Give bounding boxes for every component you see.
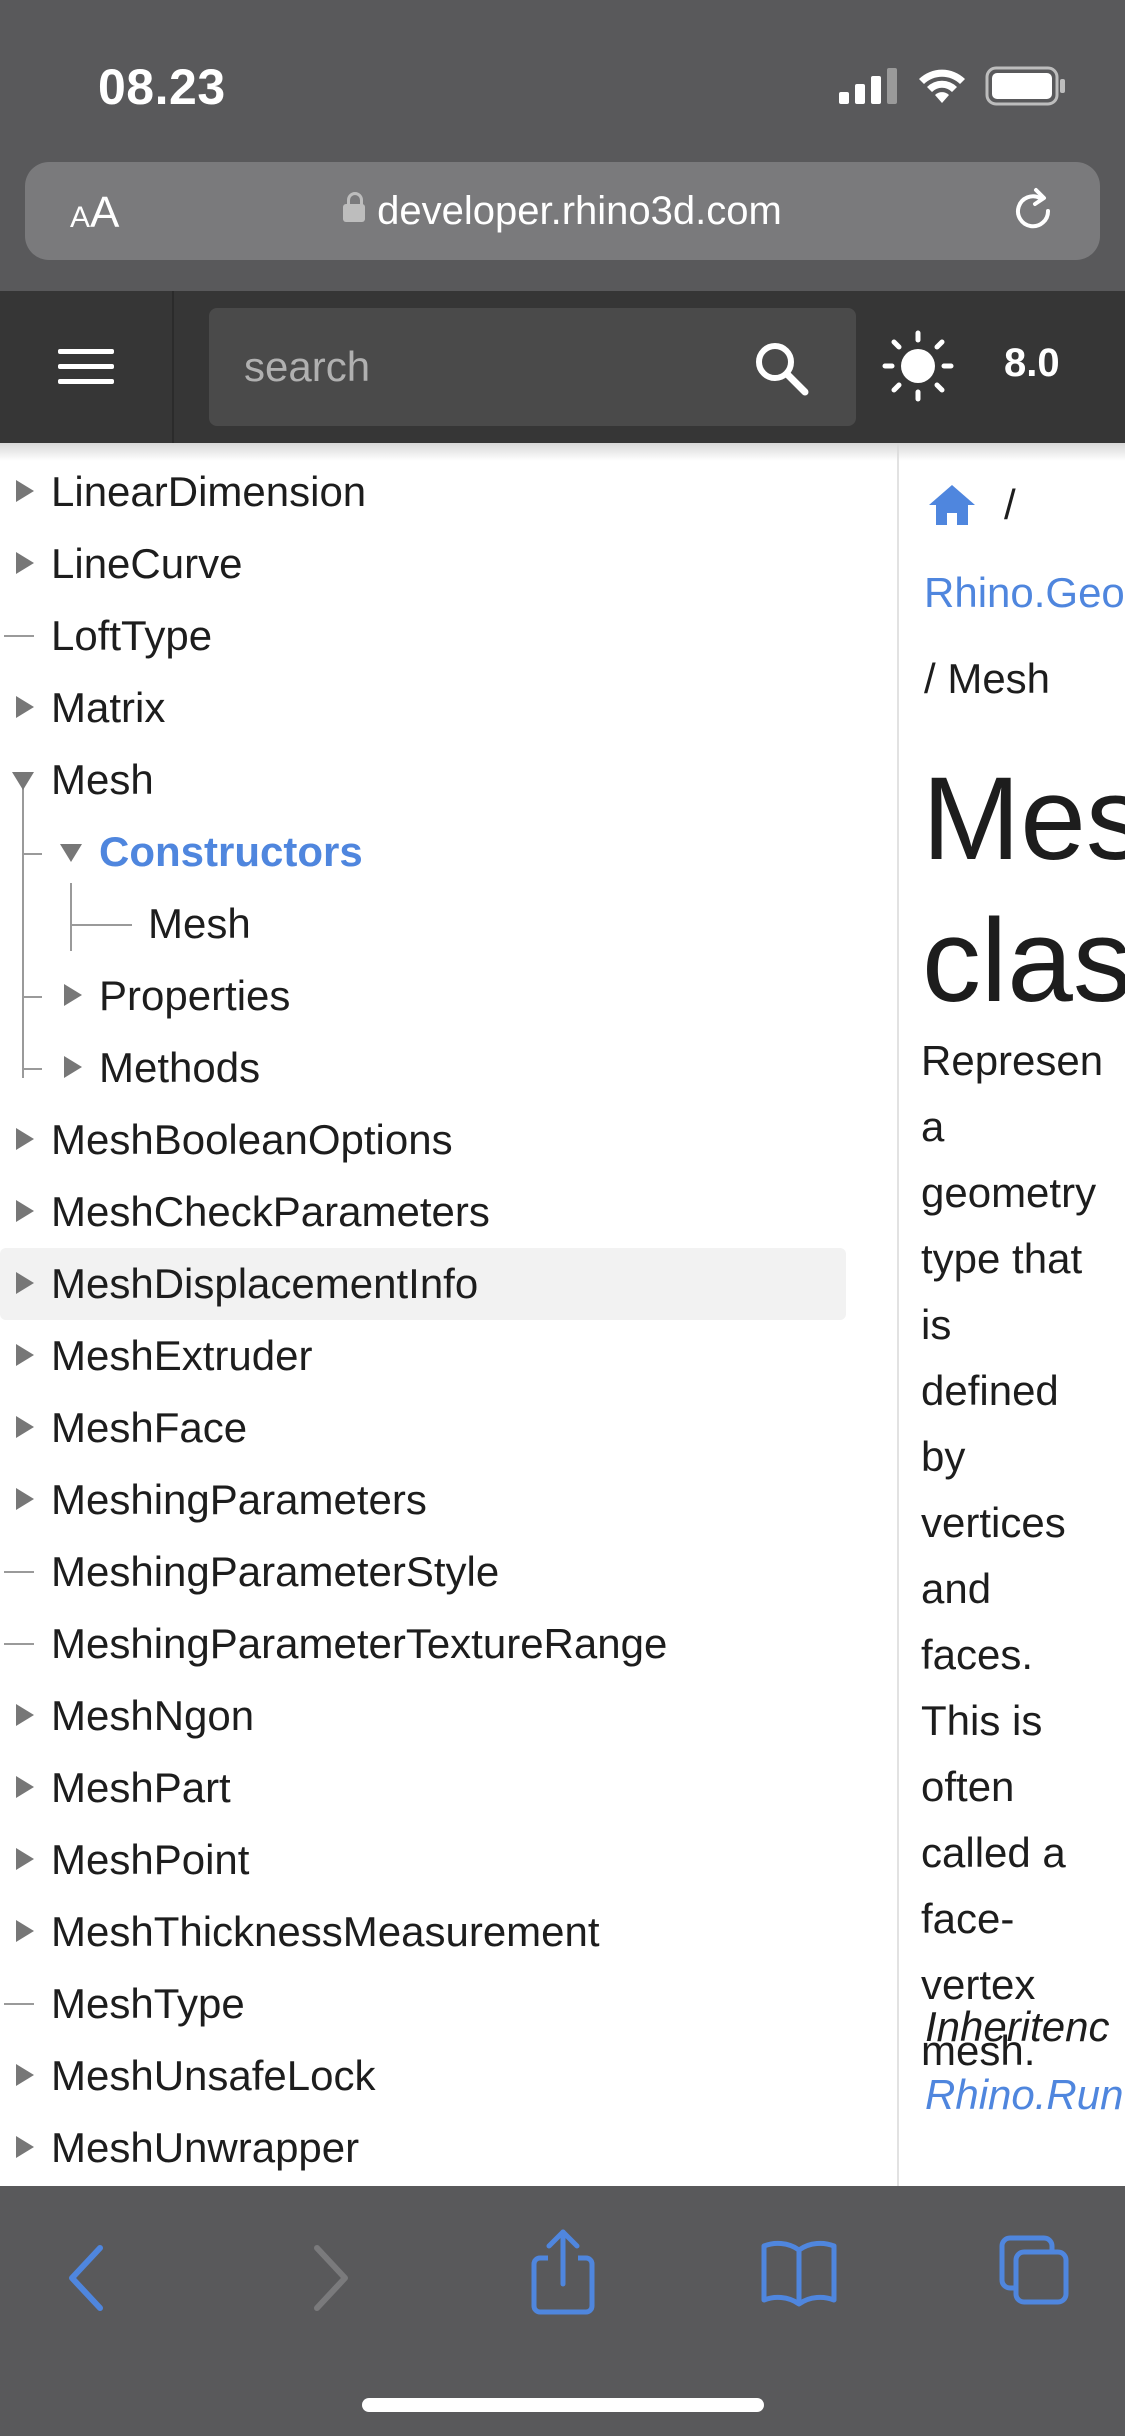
tree-item[interactable]: MeshUnsafeLock: [0, 2040, 898, 2112]
breadcrumb-namespace-link[interactable]: Rhino.Geo: [924, 569, 1125, 617]
chevron-left-icon[interactable]: [62, 2238, 112, 2318]
breadcrumb-current: / Mesh: [924, 655, 1051, 702]
tree-item[interactable]: MeshPoint: [0, 1824, 898, 1896]
tree-item[interactable]: MeshType: [0, 1968, 898, 2040]
tree-item[interactable]: MeshNgon: [0, 1680, 898, 1752]
expand-arrow-icon[interactable]: [16, 1344, 34, 1366]
tree-item[interactable]: MeshingParameterTextureRange: [0, 1608, 898, 1680]
tree-item[interactable]: MeshCheckParameters: [0, 1176, 898, 1248]
content-panel: / Rhino.Geo / Mesh Mes clas Represen a g…: [899, 443, 1125, 2186]
breadcrumb-separator: /: [1004, 481, 1016, 528]
theme-toggle-sun-icon[interactable]: [882, 330, 954, 402]
tree-item[interactable]: MeshingParameters: [0, 1464, 898, 1536]
page-title: Mes clas: [922, 753, 1125, 1027]
tree-item[interactable]: Properties: [0, 960, 898, 1032]
status-icons: [839, 66, 1067, 106]
tree-item-active[interactable]: Constructors: [0, 816, 898, 888]
home-icon[interactable]: [927, 483, 977, 527]
share-icon[interactable]: [528, 2228, 598, 2316]
expand-arrow-icon[interactable]: [16, 696, 34, 718]
home-indicator: [362, 2398, 764, 2412]
cellular-signal-icon: [839, 68, 897, 104]
tree-item[interactable]: MeshFace: [0, 1392, 898, 1464]
tree-item[interactable]: Mesh: [0, 888, 898, 960]
tree-item[interactable]: MeshExtruder: [0, 1320, 898, 1392]
collapse-arrow-icon[interactable]: [60, 844, 82, 862]
expand-arrow-icon[interactable]: [16, 1848, 34, 1870]
leaf-dash: [4, 1571, 34, 1573]
collapse-arrow-icon[interactable]: [12, 772, 34, 790]
expand-arrow-icon[interactable]: [16, 480, 34, 502]
expand-arrow-icon[interactable]: [16, 2136, 34, 2158]
tabs-icon[interactable]: [998, 2234, 1070, 2306]
chevron-right-icon[interactable]: [305, 2238, 355, 2318]
book-icon[interactable]: [760, 2238, 838, 2308]
inheritance-link[interactable]: Rhino.Run: [925, 2071, 1123, 2119]
tree-item[interactable]: LoftType: [0, 600, 898, 672]
tree-item[interactable]: MeshingParameterStyle: [0, 1536, 898, 1608]
menu-icon[interactable]: [40, 331, 132, 403]
expand-arrow-icon[interactable]: [16, 1272, 34, 1294]
tree-item[interactable]: MeshPart: [0, 1752, 898, 1824]
expand-arrow-icon[interactable]: [16, 1920, 34, 1942]
status-time: 08.23: [98, 59, 226, 115]
tree-item[interactable]: MeshBooleanOptions: [0, 1104, 898, 1176]
leaf-dash: [4, 1643, 34, 1645]
address-bar[interactable]: AA developer.rhino3d.com: [25, 162, 1100, 260]
inheritance-label: Inheritenc: [925, 2003, 1110, 2050]
search-placeholder: search: [244, 343, 371, 390]
tree-item[interactable]: Mesh: [0, 744, 898, 816]
leaf-dash: [4, 635, 34, 637]
expand-arrow-icon[interactable]: [16, 1704, 34, 1726]
battery-icon: [985, 66, 1065, 106]
expand-arrow-icon[interactable]: [64, 984, 82, 1006]
browser-top-chrome: 08.23 AA developer.rhino3d.com: [0, 0, 1125, 291]
api-tree-sidebar: LinearDimension LineCurve LoftType Matri…: [0, 443, 898, 2186]
tree-item[interactable]: MeshThicknessMeasurement: [0, 1896, 898, 1968]
expand-arrow-icon[interactable]: [16, 1416, 34, 1438]
wifi-icon: [919, 69, 965, 103]
header-divider: [172, 291, 174, 443]
site-header: search 8.0: [0, 291, 1125, 443]
reload-icon[interactable]: [1006, 184, 1060, 238]
tree-item[interactable]: LinearDimension: [0, 456, 898, 528]
url-display[interactable]: developer.rhino3d.com: [25, 189, 1100, 234]
expand-arrow-icon[interactable]: [16, 1776, 34, 1798]
expand-arrow-icon[interactable]: [16, 1200, 34, 1222]
expand-arrow-icon[interactable]: [16, 2064, 34, 2086]
tree-item[interactable]: Methods: [0, 1032, 898, 1104]
tree-item[interactable]: LineCurve: [0, 528, 898, 600]
lock-icon: [343, 192, 366, 222]
header-shadow: [0, 443, 1125, 461]
expand-arrow-icon[interactable]: [16, 1488, 34, 1510]
search-input[interactable]: search: [209, 308, 856, 426]
leaf-dash: [4, 2003, 34, 2005]
version-selector[interactable]: 8.0: [1004, 341, 1060, 386]
tree-item-highlighted[interactable]: MeshDisplacementInfo: [0, 1248, 846, 1320]
class-description: Represen a geometry type that is defined…: [921, 1037, 1104, 2074]
url-text: developer.rhino3d.com: [377, 189, 782, 233]
expand-arrow-icon[interactable]: [16, 1128, 34, 1150]
search-icon[interactable]: [751, 338, 811, 398]
tree-item[interactable]: MeshUnwrapper: [0, 2112, 898, 2184]
tree-item[interactable]: Matrix: [0, 672, 898, 744]
expand-arrow-icon[interactable]: [64, 1056, 82, 1078]
expand-arrow-icon[interactable]: [16, 552, 34, 574]
